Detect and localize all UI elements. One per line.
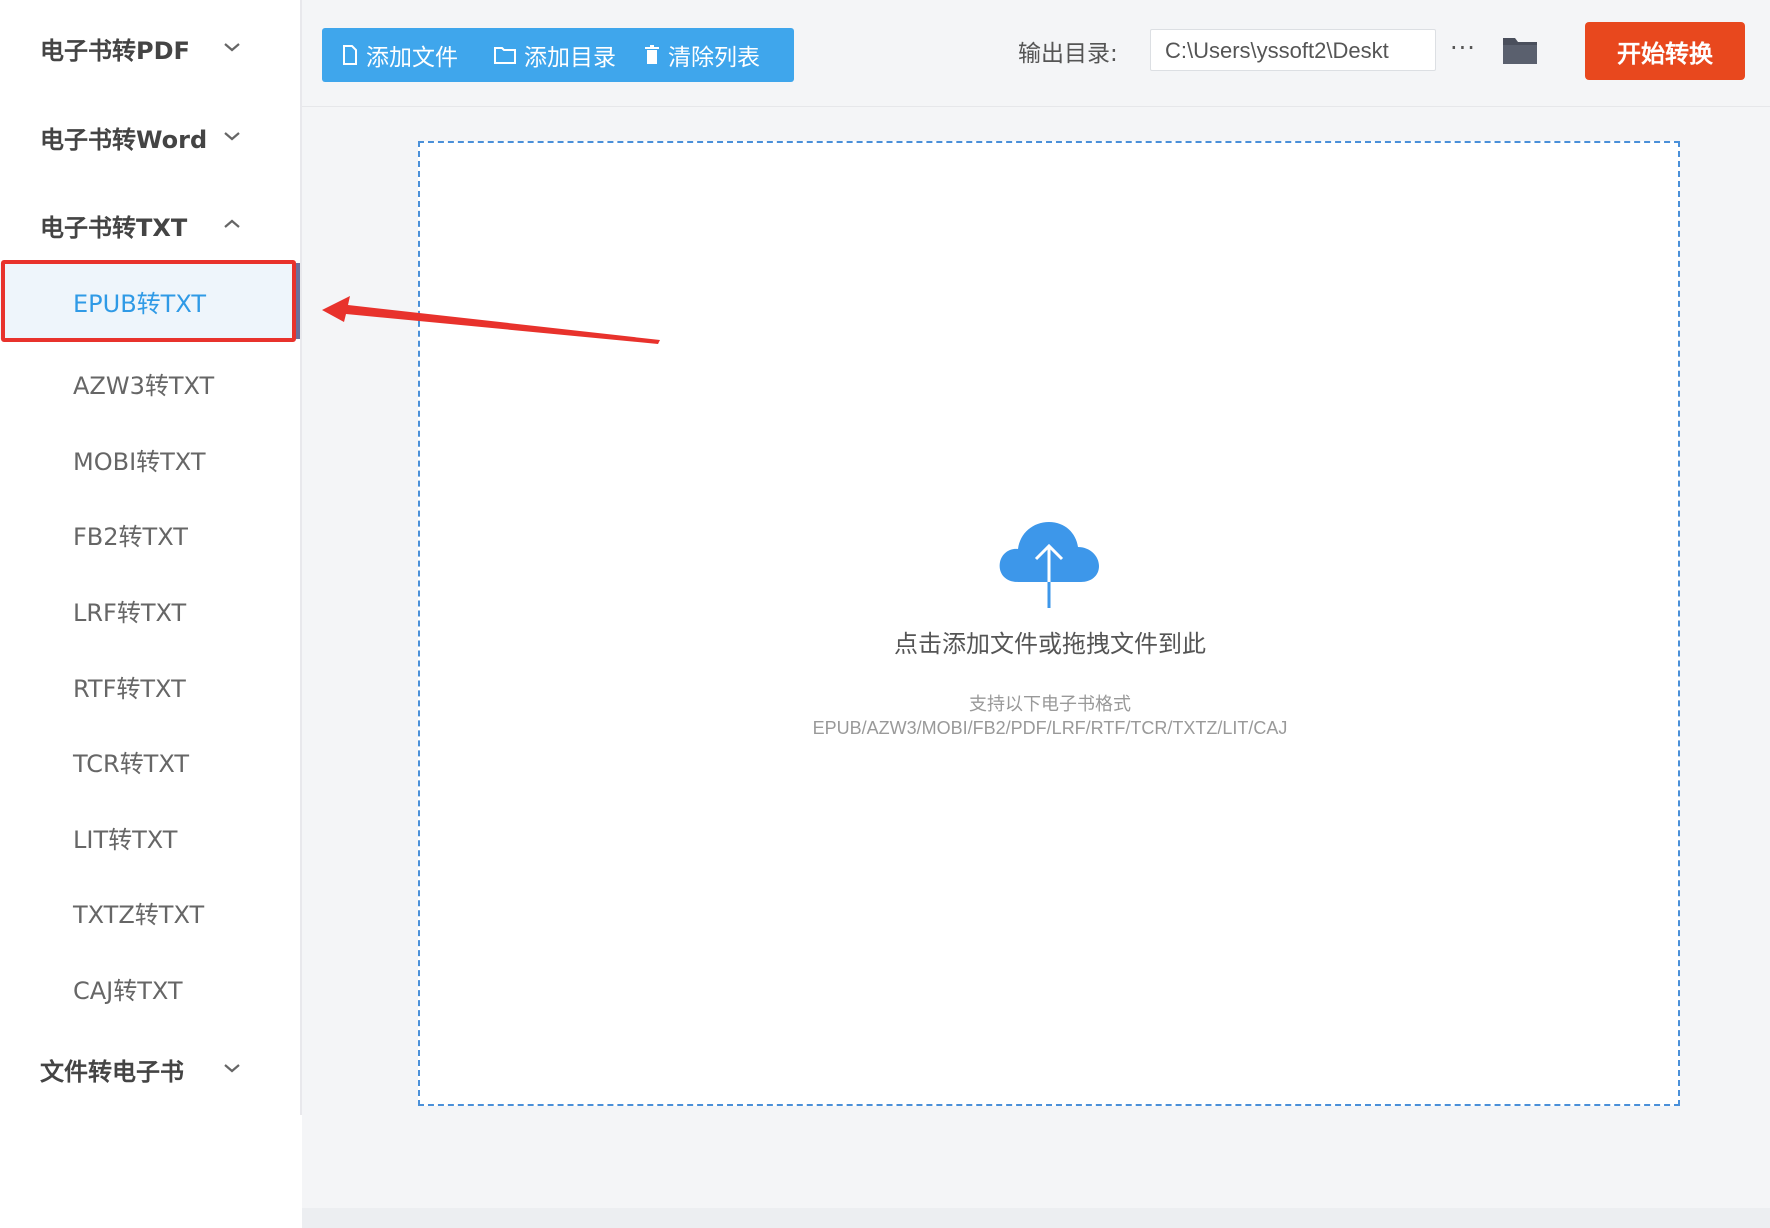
sidebar-item-lrf-to-txt[interactable]: LRF转TXT bbox=[0, 572, 300, 648]
cloud-upload-icon bbox=[999, 522, 1099, 608]
drop-zone-instruction: 点击添加文件或拖拽文件到此 bbox=[894, 630, 1206, 658]
start-convert-button[interactable]: 开始转换 bbox=[1585, 22, 1745, 80]
chevron-down-icon bbox=[224, 132, 240, 141]
active-indicator bbox=[296, 263, 300, 339]
sidebar-item-label: RTF转TXT bbox=[73, 674, 186, 703]
clear-list-label: 清除列表 bbox=[668, 45, 760, 71]
output-directory-field[interactable]: C:\Users\yssoft2\Deskt bbox=[1150, 29, 1436, 71]
sidebar-item-label: CAJ转TXT bbox=[73, 976, 183, 1005]
file-action-group: 添加文件 添加目录 清除列表 bbox=[322, 28, 794, 82]
sidebar-item-rtf-to-txt[interactable]: RTF转TXT bbox=[0, 648, 300, 724]
add-file-button[interactable]: 添加文件 bbox=[342, 28, 458, 82]
sidebar-item-txtz-to-txt[interactable]: TXTZ转TXT bbox=[0, 874, 300, 950]
group-label: 电子书转TXT bbox=[40, 213, 188, 242]
status-strip bbox=[302, 1208, 1770, 1228]
clear-list-button[interactable]: 清除列表 bbox=[644, 28, 760, 82]
add-directory-button[interactable]: 添加目录 bbox=[494, 28, 616, 82]
add-file-label: 添加文件 bbox=[366, 45, 458, 71]
trash-icon bbox=[645, 45, 659, 64]
chevron-down-icon bbox=[224, 1064, 240, 1073]
output-directory-label: 输出目录: bbox=[1018, 41, 1118, 67]
sidebar-footer bbox=[0, 1115, 302, 1228]
group-ebook-to-word[interactable]: 电子书转Word bbox=[0, 107, 300, 167]
file-icon bbox=[343, 45, 357, 65]
group-file-to-ebook[interactable]: 文件转电子书 bbox=[0, 1039, 300, 1099]
sidebar-item-caj-to-txt[interactable]: CAJ转TXT bbox=[0, 950, 300, 1026]
group-ebook-to-txt[interactable]: 电子书转TXT bbox=[0, 195, 300, 255]
sidebar-item-label: TXTZ转TXT bbox=[73, 900, 205, 929]
sidebar-item-azw3-to-txt[interactable]: AZW3转TXT bbox=[0, 345, 300, 421]
chevron-down-icon bbox=[224, 43, 240, 52]
chevron-up-icon bbox=[224, 219, 240, 228]
add-directory-label: 添加目录 bbox=[524, 45, 616, 71]
supported-formats-list: EPUB/AZW3/MOBI/FB2/PDF/LRF/RTF/TCR/TXTZ/… bbox=[812, 718, 1288, 738]
sidebar-item-mobi-to-txt[interactable]: MOBI转TXT bbox=[0, 421, 300, 497]
sidebar: 电子书转PDF 电子书转Word 电子书转TXT EPUB转TXT AZW3转T… bbox=[0, 0, 302, 1115]
group-label: 文件转电子书 bbox=[40, 1057, 184, 1086]
sidebar-item-label: TCR转TXT bbox=[73, 749, 190, 778]
sidebar-item-label: LIT转TXT bbox=[73, 825, 178, 854]
group-label: 电子书转PDF bbox=[40, 36, 190, 65]
sidebar-item-lit-to-txt[interactable]: LIT转TXT bbox=[0, 799, 300, 875]
group-ebook-to-pdf[interactable]: 电子书转PDF bbox=[0, 18, 300, 78]
group-label: 电子书转Word bbox=[40, 125, 208, 154]
supported-formats-heading: 支持以下电子书格式 bbox=[969, 694, 1131, 715]
sidebar-item-label: LRF转TXT bbox=[73, 598, 187, 627]
folder-icon[interactable] bbox=[1502, 34, 1538, 66]
folder-outline-icon bbox=[494, 47, 516, 64]
sidebar-item-tcr-to-txt[interactable]: TCR转TXT bbox=[0, 723, 300, 799]
sidebar-item-fb2-to-txt[interactable]: FB2转TXT bbox=[0, 496, 300, 572]
sidebar-item-label: FB2转TXT bbox=[73, 522, 188, 551]
sidebar-item-label: MOBI转TXT bbox=[73, 447, 206, 476]
sidebar-item-label: AZW3转TXT bbox=[73, 371, 215, 400]
toolbar: 添加文件 添加目录 清除列表 输出目录: C:\Users\yssoft2\De… bbox=[302, 0, 1770, 107]
sidebar-item-epub-to-txt[interactable]: EPUB转TXT bbox=[0, 263, 300, 339]
browse-more-button[interactable]: ··· bbox=[1450, 36, 1480, 66]
sidebar-item-label: EPUB转TXT bbox=[73, 289, 207, 318]
